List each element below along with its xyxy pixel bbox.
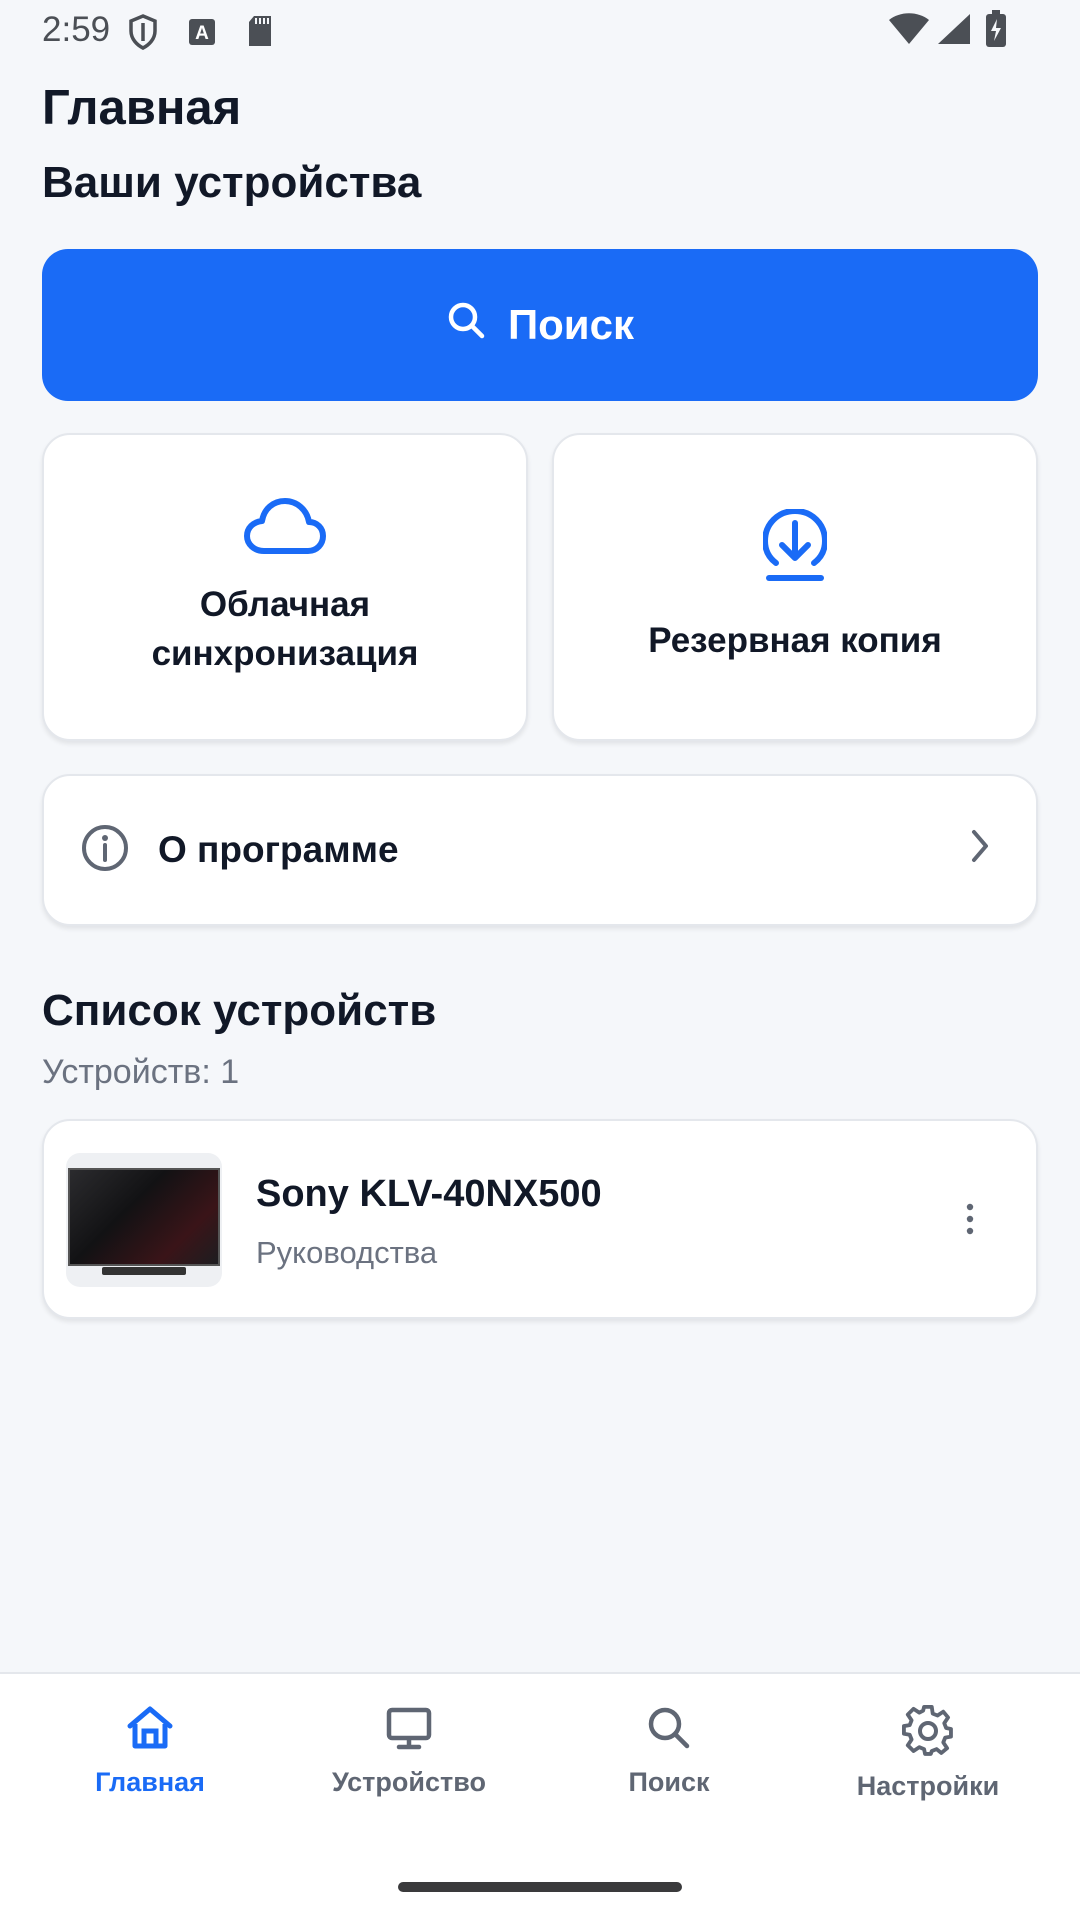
about-label: О программе [158, 829, 399, 870]
backup-label: Резервная копия [648, 621, 942, 660]
search-button[interactable]: Поиск [42, 249, 1038, 401]
gear-icon [902, 1704, 954, 1761]
device-count: Устройств: 1 [42, 1053, 240, 1091]
search-button-label: Поиск [507, 301, 635, 348]
cloud-icon [244, 497, 326, 562]
status-bar: 2:59 A [0, 0, 1080, 62]
search-icon [644, 1704, 694, 1757]
nav-item-settings[interactable]: Настройки [808, 1704, 1048, 1802]
signal-icon [936, 12, 972, 51]
device-subtitle: Руководства [256, 1235, 438, 1270]
device-name: Sony KLV-40NX500 [256, 1173, 602, 1215]
backup-tile[interactable]: Резервная копия [552, 433, 1038, 741]
nav-item-device[interactable]: Устройство [289, 1704, 529, 1798]
nav-label-settings: Настройки [856, 1771, 1000, 1801]
nav-item-home[interactable]: Главная [30, 1704, 270, 1798]
device-thumbnail [66, 1153, 222, 1287]
more-options-icon[interactable] [964, 1201, 976, 1242]
device-list-item[interactable]: Sony KLV-40NX500 Руководства [42, 1119, 1038, 1319]
nav-label-search: Поиск [628, 1767, 710, 1797]
about-row[interactable]: О программе [42, 774, 1038, 926]
cloud-sync-tile[interactable]: Облачная синхронизация [42, 433, 528, 741]
shield-icon [128, 14, 158, 55]
download-icon [761, 507, 829, 588]
svg-text:A: A [195, 23, 209, 44]
sd-card-icon [246, 14, 274, 53]
nav-item-search[interactable]: Поиск [549, 1704, 789, 1798]
tv-image [68, 1168, 220, 1266]
info-icon [80, 823, 130, 878]
device-list-title: Список устройств [42, 986, 437, 1035]
wifi-icon [888, 12, 930, 51]
status-time: 2:59 [42, 10, 111, 49]
a-icon: A [188, 18, 216, 51]
nav-label-device: Устройство [332, 1767, 486, 1797]
page-subtitle: Ваши устройства [42, 158, 422, 207]
chevron-right-icon [968, 828, 992, 869]
nav-label-home: Главная [95, 1767, 205, 1797]
monitor-icon [384, 1704, 434, 1757]
tv-stand-image [102, 1267, 186, 1275]
home-icon [125, 1704, 175, 1757]
home-indicator[interactable] [398, 1882, 682, 1892]
cloud-sync-label: Облачная синхронизация [151, 584, 419, 673]
battery-icon [985, 10, 1007, 53]
search-icon [446, 300, 508, 350]
page-title: Главная [42, 81, 242, 135]
